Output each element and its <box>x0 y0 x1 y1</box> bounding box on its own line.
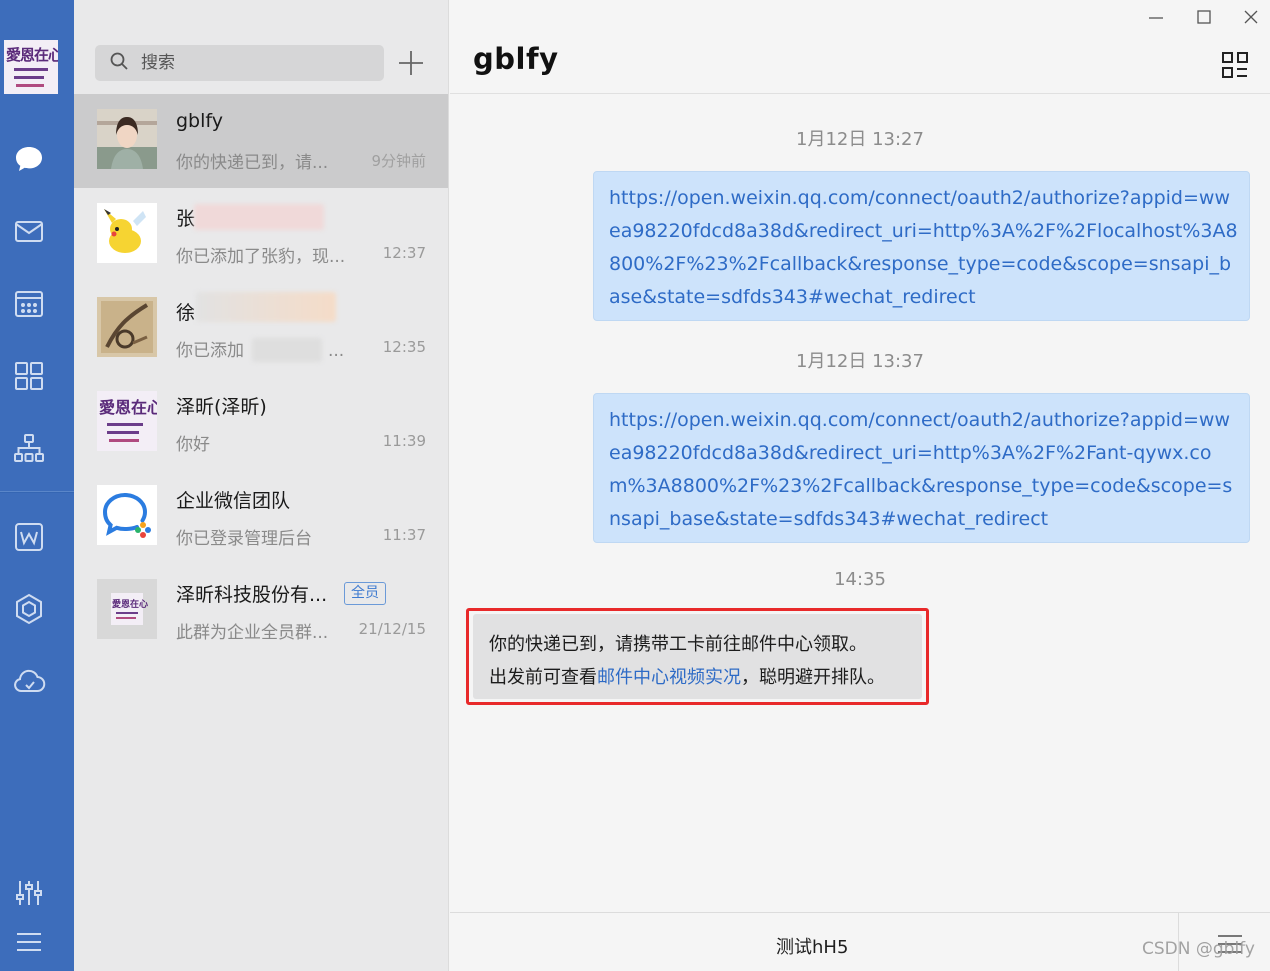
chat-title: gblfy <box>473 42 559 76</box>
incoming-message-bubble[interactable]: 你的快递已到，请携带工卡前往邮件中心领取。 出发前可查看邮件中心视频实况，聪明避… <box>473 614 922 699</box>
conversation-name: 泽昕科技股份有... <box>176 584 328 606</box>
avatar <box>97 297 157 357</box>
user-avatar[interactable]: 愛恩在心 <box>4 40 58 94</box>
conversation-item-zexin-company[interactable]: 愛恩在心 泽昕科技股份有... 全员 此群为企业全员群... 21/12/15 <box>74 564 448 658</box>
maximize-icon[interactable] <box>1193 6 1215 28</box>
conversation-item-wecom-team[interactable]: 企业微信团队 你已登录管理后台 11:37 <box>74 470 448 564</box>
avatar <box>97 485 157 545</box>
mail-center-video-link[interactable]: 邮件中心视频实况 <box>597 667 741 688</box>
conversation-item-zexin[interactable]: 愛恩在心 泽昕(泽昕) 你好 11:39 <box>74 376 448 470</box>
conversation-time: 9分钟前 <box>371 152 426 170</box>
message-timestamp: 1月12日 13:37 <box>796 351 924 372</box>
message-timestamp: 14:35 <box>834 569 886 590</box>
highlight-box: 你的快递已到，请携带工卡前往邮件中心领取。 出发前可查看邮件中心视频实况，聪明避… <box>466 608 929 705</box>
conversation-name: gblfy <box>176 110 223 132</box>
redaction-mask <box>252 338 322 362</box>
chat-header: gblfy <box>450 0 1270 94</box>
redaction-mask <box>196 292 336 322</box>
avatar <box>97 203 157 263</box>
chat-panel: gblfy 1月12日 13:27 https://open.weixin.qq… <box>450 0 1270 971</box>
avatar: 愛恩在心 <box>97 579 157 639</box>
cloud-icon[interactable] <box>9 661 49 701</box>
conversation-preview: 你的快递已到，请... <box>176 153 329 173</box>
message-line: 出发前可查看邮件中心视频实况，聪明避开排队。 <box>489 667 885 688</box>
message-timestamp: 1月12日 13:27 <box>796 129 924 150</box>
search-icon <box>109 51 129 75</box>
cube-icon[interactable] <box>9 589 49 629</box>
conversation-preview: 你已添加了张豹，现... <box>176 247 346 267</box>
conversation-preview: 你已登录管理后台 <box>176 529 312 549</box>
org-chart-icon[interactable] <box>9 428 49 468</box>
conversation-time: 11:37 <box>382 526 426 544</box>
workbench-icon[interactable] <box>9 356 49 396</box>
conversation-time: 12:35 <box>382 338 426 356</box>
close-icon[interactable] <box>1240 6 1262 28</box>
conversation-preview: 此群为企业全员群... <box>176 623 329 643</box>
rail-divider <box>0 491 74 493</box>
svg-text:愛恩在心: 愛恩在心 <box>112 598 148 610</box>
settings-sliders-icon[interactable] <box>9 873 49 913</box>
conversation-time: 21/12/15 <box>358 620 426 638</box>
conversation-name: 企业微信团队 <box>176 490 291 512</box>
test-h5-button[interactable]: 测试hH5 <box>776 933 848 959</box>
redaction-mask <box>194 204 324 230</box>
conversation-name: 泽昕(泽昕) <box>176 396 267 418</box>
search-box[interactable] <box>95 45 384 81</box>
outgoing-message-bubble[interactable]: https://open.weixin.qq.com/connect/oauth… <box>593 171 1250 321</box>
chat-icon[interactable] <box>9 139 49 179</box>
all-members-badge: 全员 <box>344 582 386 605</box>
add-button[interactable] <box>398 50 424 76</box>
conversation-name: 徐 <box>176 302 196 324</box>
conversation-time: 11:39 <box>382 432 426 450</box>
conversation-item-xu[interactable]: 徐 你已添加... 12:35 <box>74 282 448 376</box>
chat-info-icon[interactable] <box>1220 50 1250 80</box>
conversation-name: 张 <box>176 208 196 230</box>
avatar: 愛恩在心 <box>97 391 157 451</box>
watermark: CSDN @gblfy <box>1142 939 1255 959</box>
conversation-preview: 你好 <box>176 435 210 455</box>
avatar <box>97 109 157 169</box>
svg-text:愛恩在心: 愛恩在心 <box>99 398 157 417</box>
conversation-item-zhang[interactable]: 张 你已添加了张豹，现... 12:37 <box>74 188 448 282</box>
outgoing-message-bubble[interactable]: https://open.weixin.qq.com/connect/oauth… <box>593 393 1250 543</box>
conversation-item-gblfy[interactable]: gblfy 你的快递已到，请... 9分钟前 <box>74 94 448 188</box>
conversation-list: gblfy 你的快递已到，请... 9分钟前 张 你已添加了张豹，现... 12… <box>74 0 449 971</box>
mail-icon[interactable] <box>9 211 49 251</box>
calendar-icon[interactable] <box>9 283 49 323</box>
menu-icon[interactable] <box>9 922 49 962</box>
nav-rail: 愛恩在心 <box>0 0 74 971</box>
document-icon[interactable] <box>9 517 49 557</box>
message-line: 你的快递已到，请携带工卡前往邮件中心领取。 <box>489 634 867 655</box>
conversation-time: 12:37 <box>382 244 426 262</box>
minimize-icon[interactable] <box>1145 6 1167 28</box>
search-input[interactable] <box>141 53 361 73</box>
